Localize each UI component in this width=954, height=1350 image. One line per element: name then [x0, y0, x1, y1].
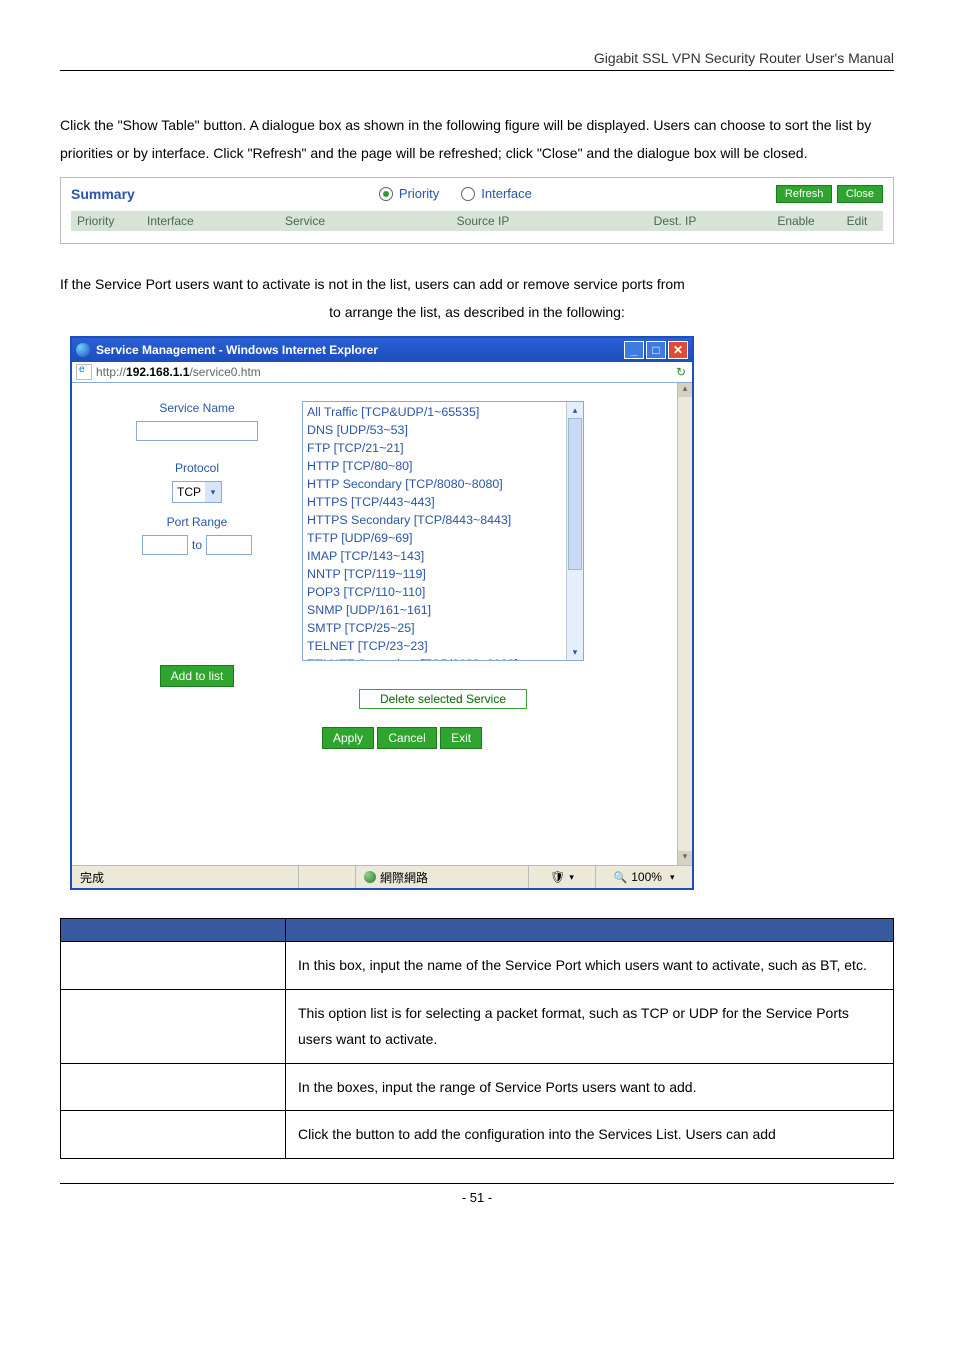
radio-interface[interactable] [461, 187, 475, 201]
ie-logo-icon [76, 343, 90, 357]
summary-table-header: Priority Interface Service Source IP Des… [71, 211, 883, 231]
content-scrollbar[interactable]: ▴▾ [677, 383, 692, 865]
list-item[interactable]: HTTP [TCP/80~80] [307, 458, 579, 476]
row1-left [61, 942, 286, 990]
label-protocol: Protocol [122, 461, 272, 475]
ie-status-bar: 完成 網際網路 🛡▾ 🔍 100% ▾ [72, 865, 692, 888]
list-item[interactable]: POP3 [TCP/110~110] [307, 584, 579, 602]
row2-right: This option list is for selecting a pack… [286, 989, 894, 1063]
ie-window: Service Management - Windows Internet Ex… [70, 336, 694, 890]
ie-titlebar: Service Management - Windows Internet Ex… [72, 338, 692, 362]
radio-priority-label: Priority [399, 186, 439, 201]
list-item[interactable]: HTTPS Secondary [TCP/8443~8443] [307, 512, 579, 530]
row2-left [61, 989, 286, 1063]
protected-mode-icon: 🛡 [550, 870, 565, 884]
list-item[interactable]: TFTP [UDP/69~69] [307, 530, 579, 548]
row3-right: In the boxes, input the range of Service… [286, 1063, 894, 1111]
protocol-value: TCP [177, 485, 201, 499]
summary-label: Summary [71, 186, 135, 202]
paragraph-1: Click the "Show Table" button. A dialogu… [60, 111, 894, 167]
list-item[interactable]: SNMP [UDP/161~161] [307, 602, 579, 620]
ie-address-bar[interactable]: http://192.168.1.1/service0.htm ↻ [72, 362, 692, 383]
list-item[interactable]: All Traffic [TCP&UDP/1~65535] [307, 404, 579, 422]
list-item[interactable]: TELNET Secondary [TCP/8023~8023] [307, 656, 579, 661]
reload-icon[interactable]: ↻ [674, 365, 688, 379]
page-footer: - 51 - [60, 1183, 894, 1205]
list-item[interactable]: HTTP Secondary [TCP/8080~8080] [307, 476, 579, 494]
service-listbox[interactable]: All Traffic [TCP&UDP/1~65535]DNS [UDP/53… [302, 401, 584, 661]
globe-icon [364, 871, 376, 883]
list-item[interactable]: IMAP [TCP/143~143] [307, 548, 579, 566]
exit-button[interactable]: Exit [440, 727, 482, 749]
status-internet: 網際網路 [380, 869, 428, 886]
window-close-button[interactable]: ✕ [668, 341, 688, 359]
zoom-value: 100% [631, 870, 662, 884]
radio-interface-label: Interface [481, 186, 532, 201]
list-item[interactable]: FTP [TCP/21~21] [307, 440, 579, 458]
col-service: Service [233, 211, 377, 231]
ie-content: ▴▾ Service Name Protocol TCP ▾ Port Rang… [72, 383, 692, 865]
col-enable: Enable [761, 211, 831, 231]
page-icon [76, 364, 92, 380]
ie-title: Service Management - Windows Internet Ex… [96, 343, 378, 357]
paragraph-2b: to arrange the list, as described in the… [60, 298, 894, 326]
paragraph-2a: If the Service Port users want to activa… [60, 270, 894, 298]
zoom-icon: 🔍 [614, 871, 628, 884]
table-header-right [286, 919, 894, 942]
page-header: Gigabit SSL VPN Security Router User's M… [60, 50, 894, 71]
port-range-from-input[interactable] [142, 535, 188, 555]
port-range-to-input[interactable] [206, 535, 252, 555]
label-service-name: Service Name [122, 401, 272, 415]
url-path: /service0.htm [189, 365, 260, 379]
col-priority: Priority [71, 211, 141, 231]
cancel-button[interactable]: Cancel [377, 727, 436, 749]
refresh-button[interactable]: Refresh [776, 185, 833, 203]
window-minimize-button[interactable]: _ [624, 341, 644, 359]
list-item[interactable]: HTTPS [TCP/443~443] [307, 494, 579, 512]
delete-selected-button[interactable]: Delete selected Service [359, 689, 527, 709]
row1-right: In this box, input the name of the Servi… [286, 942, 894, 990]
close-button[interactable]: Close [837, 185, 883, 203]
list-item[interactable]: TELNET [TCP/23~23] [307, 638, 579, 656]
status-done: 完成 [72, 866, 299, 888]
protocol-select[interactable]: TCP ▾ [172, 481, 222, 503]
label-port-range: Port Range [122, 515, 272, 529]
listbox-scrollbar[interactable]: ▴ ▾ [566, 402, 583, 660]
apply-button[interactable]: Apply [322, 727, 374, 749]
list-item[interactable]: DNS [UDP/53~53] [307, 422, 579, 440]
list-item[interactable]: NNTP [TCP/119~119] [307, 566, 579, 584]
chevron-down-icon: ▾ [205, 482, 221, 502]
service-name-input[interactable] [136, 421, 258, 441]
radio-priority[interactable] [379, 187, 393, 201]
window-maximize-button[interactable]: □ [646, 341, 666, 359]
col-dest-ip: Dest. IP [589, 211, 761, 231]
description-table: In this box, input the name of the Servi… [60, 918, 894, 1159]
row4-right: Click the button to add the configuratio… [286, 1111, 894, 1159]
table-header-left [61, 919, 286, 942]
url-host: 192.168.1.1 [126, 365, 189, 379]
col-edit: Edit [831, 211, 883, 231]
row3-left [61, 1063, 286, 1111]
row4-left [61, 1111, 286, 1159]
label-to: to [192, 538, 202, 552]
list-item[interactable]: SMTP [TCP/25~25] [307, 620, 579, 638]
col-source-ip: Source IP [377, 211, 589, 231]
col-interface: Interface [141, 211, 233, 231]
add-to-list-button[interactable]: Add to list [160, 665, 235, 687]
url-prefix: http:// [96, 365, 126, 379]
summary-panel: Summary Priority Interface Refresh Close… [60, 177, 894, 244]
